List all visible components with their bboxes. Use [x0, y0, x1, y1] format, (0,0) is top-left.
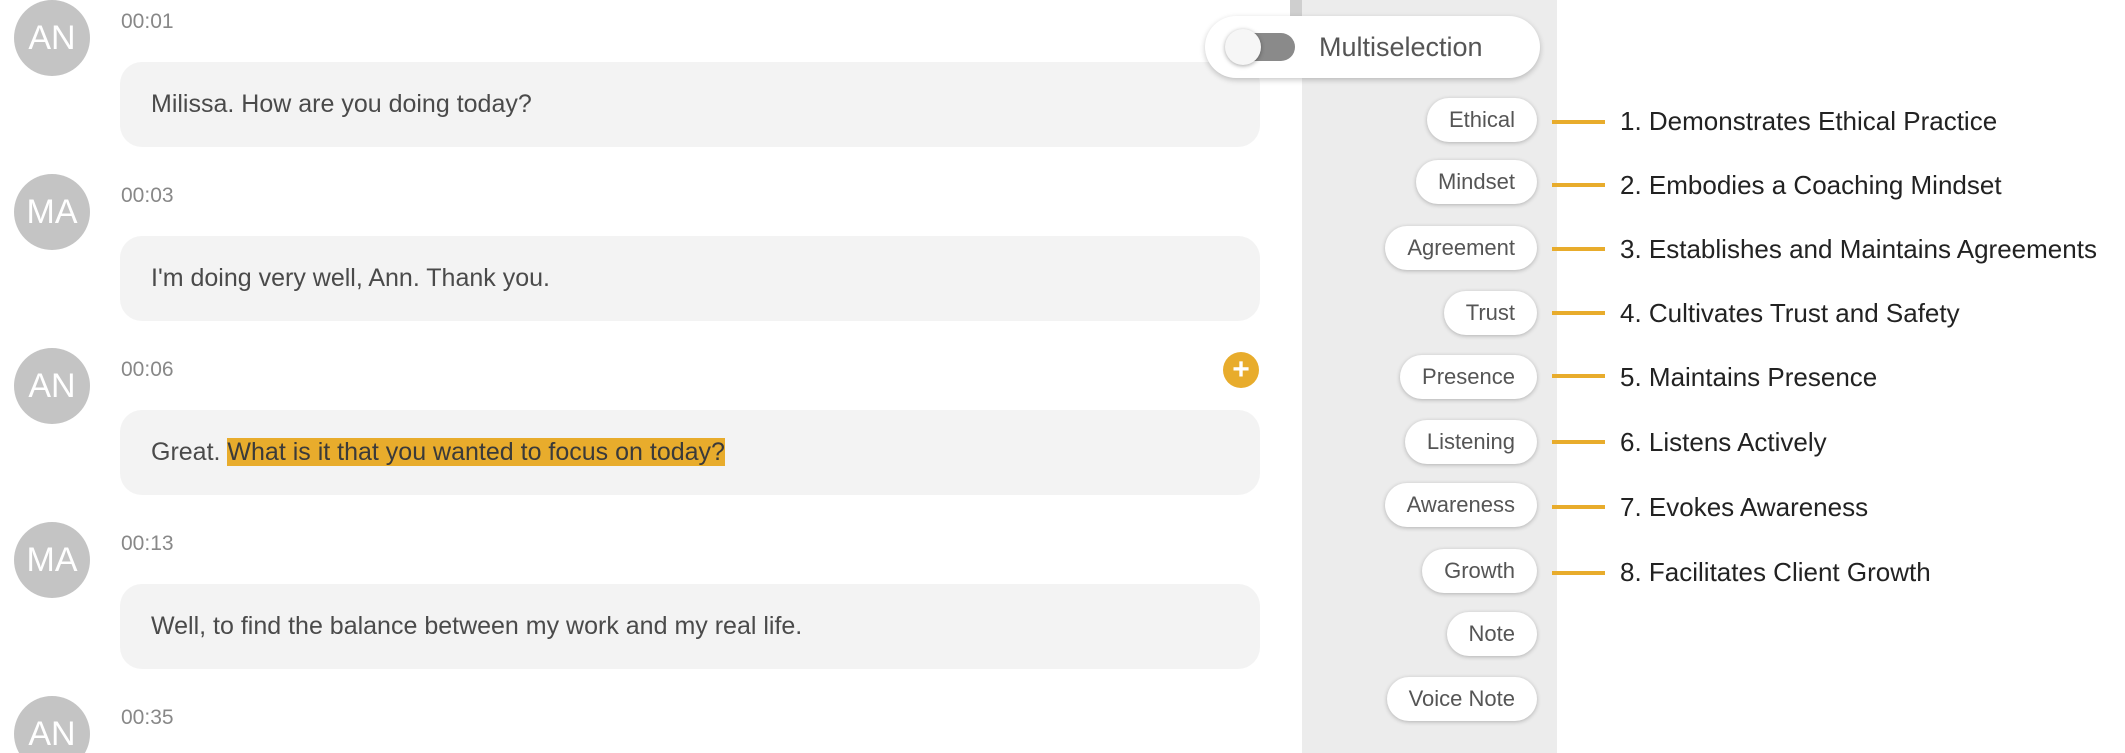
message-bubble[interactable]: Milissa. How are you doing today?	[120, 62, 1260, 147]
message-timestamp: 00:35	[121, 706, 174, 729]
tag-voice-note[interactable]: Voice Note	[1386, 677, 1537, 721]
coaching-transcript-screen: AN 00:01 Milissa. How are you doing toda…	[0, 0, 2125, 753]
callout-ethical: 1. Demonstrates Ethical Practice	[1620, 106, 1998, 136]
tag-agreement[interactable]: Agreement	[1385, 226, 1537, 270]
callout-line	[1552, 440, 1605, 444]
tag-note[interactable]: Note	[1446, 612, 1537, 656]
avatar: MA	[14, 174, 90, 250]
toggle-switch[interactable]	[1225, 29, 1295, 65]
avatar: MA	[14, 522, 90, 598]
tag-listening[interactable]: Listening	[1404, 420, 1537, 464]
callout-line	[1552, 183, 1605, 187]
callout-presence: 5. Maintains Presence	[1620, 362, 1878, 392]
tag-presence[interactable]: Presence	[1400, 355, 1537, 399]
tag-growth[interactable]: Growth	[1422, 549, 1537, 593]
message-text: Great.	[151, 438, 228, 466]
message-timestamp: 00:13	[121, 532, 174, 555]
tag-trust[interactable]: Trust	[1443, 291, 1537, 335]
multiselection-toggle[interactable]: Multiselection	[1205, 16, 1540, 78]
multiselection-label: Multiselection	[1319, 32, 1483, 62]
tag-awareness[interactable]: Awareness	[1384, 483, 1537, 527]
callout-line	[1552, 311, 1605, 315]
callout-mindset: 2. Embodies a Coaching Mindset	[1620, 170, 2002, 200]
callout-trust: 4. Cultivates Trust and Safety	[1620, 298, 1960, 328]
message-bubble[interactable]: I'm doing very well, Ann. Thank you.	[120, 236, 1260, 321]
message-timestamp: 00:06	[121, 358, 174, 381]
callout-line	[1552, 247, 1605, 251]
callout-growth: 8. Facilitates Client Growth	[1620, 557, 1931, 587]
add-tag-button[interactable]: +	[1223, 352, 1259, 388]
message-bubble[interactable]: Great. What is it that you wanted to foc…	[120, 410, 1260, 495]
callout-awareness: 7. Evokes Awareness	[1620, 492, 1869, 522]
callout-listening: 6. Listens Actively	[1620, 427, 1827, 457]
avatar: AN	[14, 0, 90, 76]
callout-line	[1552, 120, 1605, 124]
message-timestamp: 00:03	[121, 184, 174, 207]
plus-icon: +	[1232, 353, 1250, 386]
avatar: AN	[14, 348, 90, 424]
avatar: AN	[14, 696, 90, 753]
tag-ethical[interactable]: Ethical	[1426, 98, 1537, 142]
callout-line	[1552, 571, 1605, 575]
callout-line	[1552, 374, 1605, 378]
message-timestamp: 00:01	[121, 10, 174, 33]
callout-agreement: 3. Establishes and Maintains Agreements	[1620, 234, 2097, 264]
tag-mindset[interactable]: Mindset	[1415, 160, 1537, 204]
toggle-knob	[1225, 29, 1261, 65]
highlighted-text[interactable]: What is it that you wanted to focus on t…	[227, 438, 725, 466]
callout-line	[1552, 505, 1605, 509]
message-bubble[interactable]: Well, to find the balance between my wor…	[120, 584, 1260, 669]
